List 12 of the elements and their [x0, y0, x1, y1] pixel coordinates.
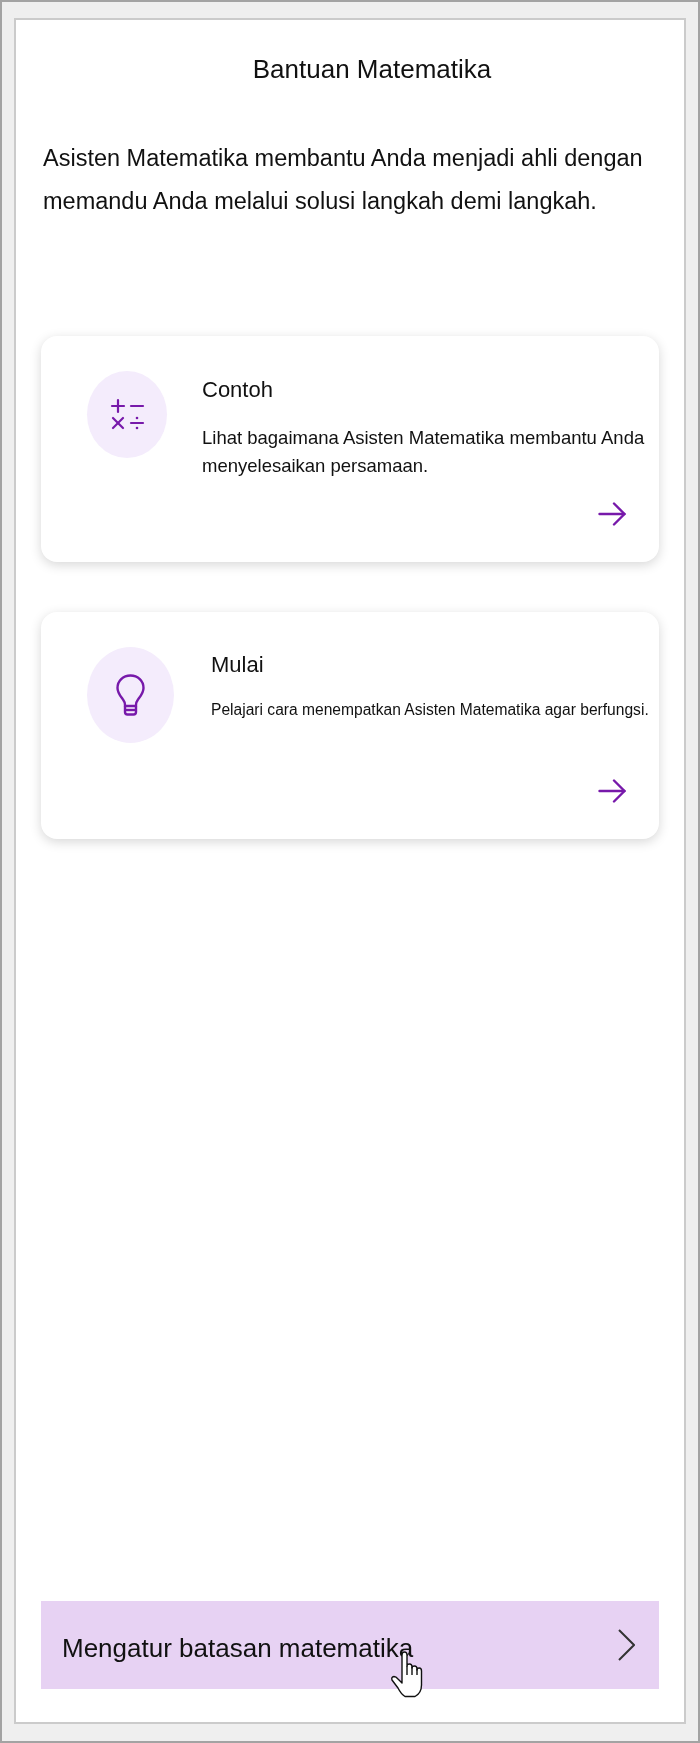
arrow-right-icon	[598, 779, 626, 803]
math-settings-button[interactable]: Mengatur batasan matematika	[41, 1601, 659, 1689]
help-card[interactable]: Contoh Lihat bagaimana Asisten Matematika membantu Anda menyelesaikan persamaan.	[41, 336, 659, 562]
arrow-right-icon	[598, 502, 626, 526]
chevron-right-icon	[618, 1629, 635, 1661]
card-description: Pelajari cara menempatkan Asisten Matematika agar berfungsi.	[211, 700, 650, 720]
card-title: Contoh	[202, 377, 274, 403]
card-description: Lihat bagaimana Asisten Matematika membantu Anda menyelesaikan persamaan.	[202, 426, 646, 478]
card-title: Mulai	[211, 652, 265, 678]
panel-title: Bantuan Matematika	[251, 54, 493, 85]
help-card[interactable]: Mulai Pelajari cara menempatkan Asisten Matematika agar berfungsi.	[41, 612, 659, 839]
intro-text: Asisten Matematika membantu Anda menjadi ahli dengan memandu Anda melalui solusi langkah demi langkah.	[43, 144, 644, 216]
